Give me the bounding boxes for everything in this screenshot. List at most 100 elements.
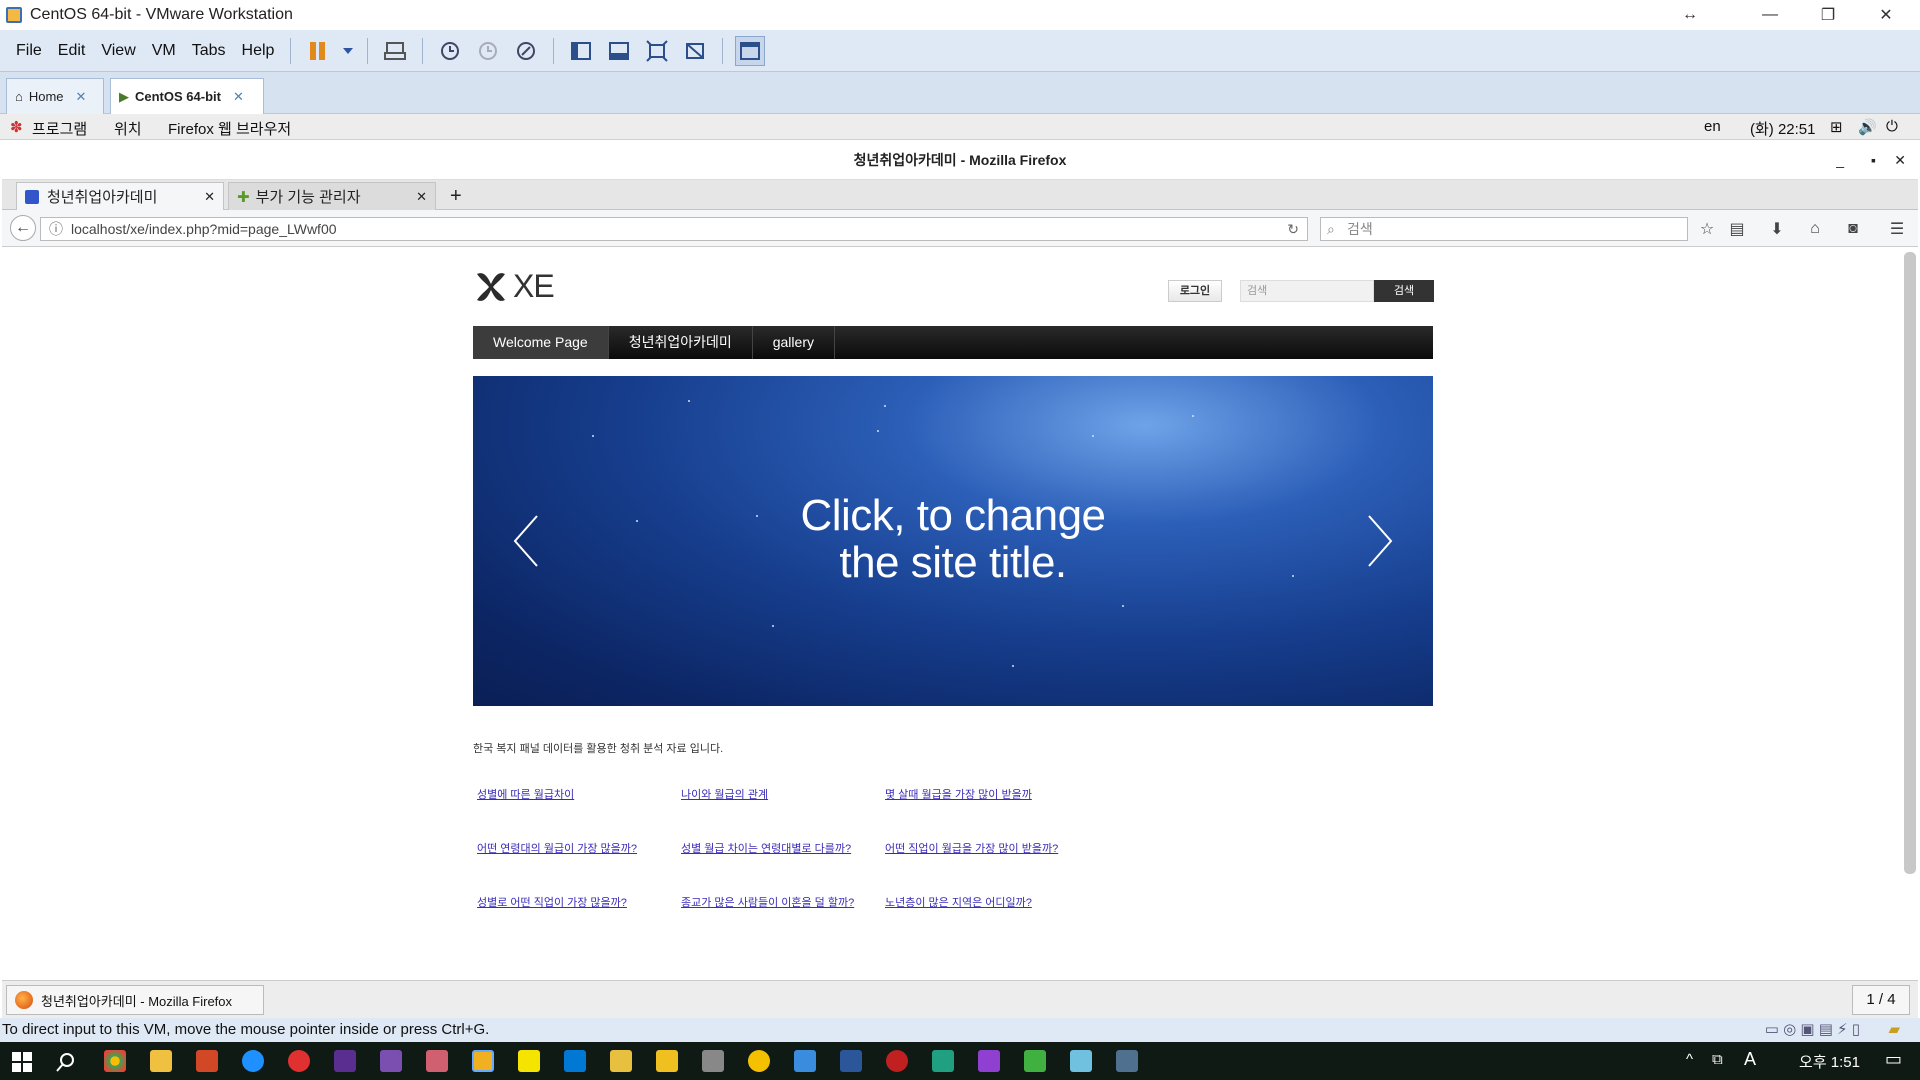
article-link[interactable]: 종교가 많은 사람들이 이혼을 덜 할까? [681, 894, 854, 910]
word-icon[interactable] [840, 1050, 862, 1072]
visual-studio-icon[interactable] [334, 1050, 356, 1072]
folder-icon[interactable] [610, 1050, 632, 1072]
volume-icon[interactable]: 🔊 [1858, 118, 1877, 136]
settings-gear-icon[interactable] [702, 1050, 724, 1072]
slide-next-icon[interactable] [1365, 514, 1395, 568]
article-link[interactable]: 어떤 연령대의 월급이 가장 많을까? [477, 840, 637, 856]
snapshot-manager-icon[interactable] [511, 36, 541, 66]
xe-logo[interactable]: XE [473, 268, 555, 305]
sticky-notes-icon[interactable] [656, 1050, 678, 1072]
keyboard-layout[interactable]: en [1704, 118, 1721, 135]
close-button[interactable]: ✕ [1858, 0, 1914, 30]
chevron-down-icon[interactable] [341, 36, 355, 66]
nav-welcome-page[interactable]: Welcome Page [473, 326, 609, 359]
menu-view[interactable]: View [93, 42, 143, 60]
show-library-icon[interactable] [566, 36, 596, 66]
pause-icon[interactable] [303, 36, 333, 66]
notepad-icon[interactable] [1070, 1050, 1092, 1072]
vmware-taskbar-icon[interactable] [472, 1050, 494, 1072]
url-bar[interactable]: ⓘ localhost/xe/index.php?mid=page_LWwf00… [40, 217, 1308, 241]
close-icon[interactable]: ✕ [233, 89, 244, 105]
message-log-icon[interactable]: ▰ [1888, 1018, 1900, 1042]
scrollbar[interactable] [1904, 252, 1916, 874]
app-green-icon[interactable] [932, 1050, 954, 1072]
back-icon[interactable]: ← [10, 215, 36, 241]
site-search-input[interactable]: 검색 [1240, 280, 1374, 302]
article-link[interactable]: 성별 월급 차이는 연령대별로 다를까? [681, 840, 851, 856]
article-link[interactable]: 성별에 따른 월급차이 [477, 786, 574, 802]
store-icon[interactable] [794, 1050, 816, 1072]
slide-prev-icon[interactable] [511, 514, 541, 568]
nav-gallery[interactable]: gallery [753, 326, 835, 359]
send-ctrl-alt-del-icon[interactable] [380, 36, 410, 66]
reload-icon[interactable]: ↻ [1287, 218, 1299, 240]
kakaotalk-icon[interactable] [518, 1050, 540, 1072]
tab-centos[interactable]: ▶ CentOS 64-bit ✕ [110, 78, 264, 114]
taskbar-firefox-window[interactable]: 청년취업아카데미 - Mozilla Firefox [6, 985, 264, 1015]
menu-help[interactable]: Help [234, 42, 283, 60]
system-clock[interactable]: 오후 1:51 [1799, 1051, 1860, 1072]
restore-button[interactable]: ❐ [1800, 0, 1856, 30]
edge-icon[interactable] [242, 1050, 264, 1072]
menu-vm[interactable]: VM [144, 42, 184, 60]
article-link[interactable]: 노년층이 많은 지역은 어디일까? [885, 894, 1032, 910]
download-icon[interactable]: ⬇ [1766, 218, 1788, 240]
paint-icon[interactable] [426, 1050, 448, 1072]
info-icon[interactable]: ⓘ [49, 218, 63, 240]
resize-arrows-icon[interactable]: ↔ [1662, 0, 1718, 30]
tab-xe[interactable]: 청년취업아카데미 ✕ [16, 182, 224, 210]
clock[interactable]: (화) 22:51 [1750, 118, 1816, 139]
ime-indicator[interactable]: A [1744, 1049, 1756, 1070]
article-link[interactable]: 몇 살때 월급을 가장 많이 받을까 [885, 786, 1032, 802]
minimize-button[interactable]: — [1742, 0, 1798, 30]
close-icon[interactable]: ✕ [76, 89, 87, 105]
search-icon[interactable] [56, 1052, 76, 1072]
menu-file[interactable]: File [8, 42, 50, 60]
applications-menu[interactable]: 프로그램 [32, 118, 87, 139]
minimize-button[interactable]: _ [1836, 140, 1844, 180]
pocket-icon[interactable]: ◙ [1842, 218, 1864, 240]
powerpoint-icon[interactable] [196, 1050, 218, 1072]
login-button[interactable]: 로그인 [1168, 280, 1222, 302]
site-search-button[interactable]: 검색 [1374, 280, 1434, 302]
power-icon[interactable]: ⏻ [1886, 118, 1898, 135]
firefox-launcher[interactable]: Firefox 웹 브라우저 [168, 118, 291, 139]
network-icon[interactable]: ⊞ [1830, 118, 1843, 136]
workspace-pager[interactable]: 1 / 4 [1852, 985, 1910, 1015]
places-menu[interactable]: 위치 [114, 118, 142, 139]
snapshot-icon[interactable] [435, 36, 465, 66]
action-center-icon[interactable]: ▭ [1885, 1049, 1902, 1070]
tray-chevron-icon[interactable]: ^ [1686, 1051, 1693, 1068]
app-red-icon[interactable] [886, 1050, 908, 1072]
fullscreen-icon[interactable] [642, 36, 672, 66]
article-link[interactable]: 나이와 월급의 관계 [681, 786, 768, 802]
vscode-icon[interactable] [564, 1050, 586, 1072]
home-icon[interactable]: ⌂ [1804, 218, 1826, 240]
console-view-icon[interactable] [735, 35, 766, 66]
hamburger-menu-icon[interactable]: ☰ [1886, 218, 1908, 240]
device-icons[interactable]: ▭ ◎ ▣ ▤ ⚡ ▯ [1765, 1018, 1860, 1042]
article-link[interactable]: 성별로 어떤 직업이 가장 많을까? [477, 894, 627, 910]
visual-studio-2-icon[interactable] [380, 1050, 402, 1072]
media-player-icon[interactable] [288, 1050, 310, 1072]
remote-desktop-icon[interactable] [1116, 1050, 1138, 1072]
tab-home[interactable]: ⌂ Home ✕ [6, 78, 104, 114]
unity-icon[interactable] [680, 36, 710, 66]
tab-addons[interactable]: ✚ 부가 기능 관리자 ✕ [228, 182, 436, 210]
thumbnail-bar-icon[interactable] [604, 36, 634, 66]
file-explorer-icon[interactable] [150, 1050, 172, 1072]
reading-list-icon[interactable]: ▤ [1726, 218, 1748, 240]
kakao-player-icon[interactable] [748, 1050, 770, 1072]
close-button[interactable]: ✕ [1894, 140, 1906, 180]
search-input[interactable]: ⌕ 검색 [1320, 217, 1688, 241]
bookmark-star-icon[interactable]: ☆ [1696, 218, 1718, 240]
app-purple-icon[interactable] [978, 1050, 1000, 1072]
menu-tabs[interactable]: Tabs [184, 42, 234, 60]
tray-network-icon[interactable]: ⧉ [1712, 1051, 1723, 1068]
windows-start-icon[interactable] [12, 1052, 32, 1072]
chrome-icon[interactable] [104, 1050, 126, 1072]
close-icon[interactable]: ✕ [204, 189, 215, 205]
article-link[interactable]: 어떤 직업이 월급을 가장 많이 받을까? [885, 840, 1058, 856]
pycharm-icon[interactable] [1024, 1050, 1046, 1072]
close-icon[interactable]: ✕ [416, 189, 427, 205]
